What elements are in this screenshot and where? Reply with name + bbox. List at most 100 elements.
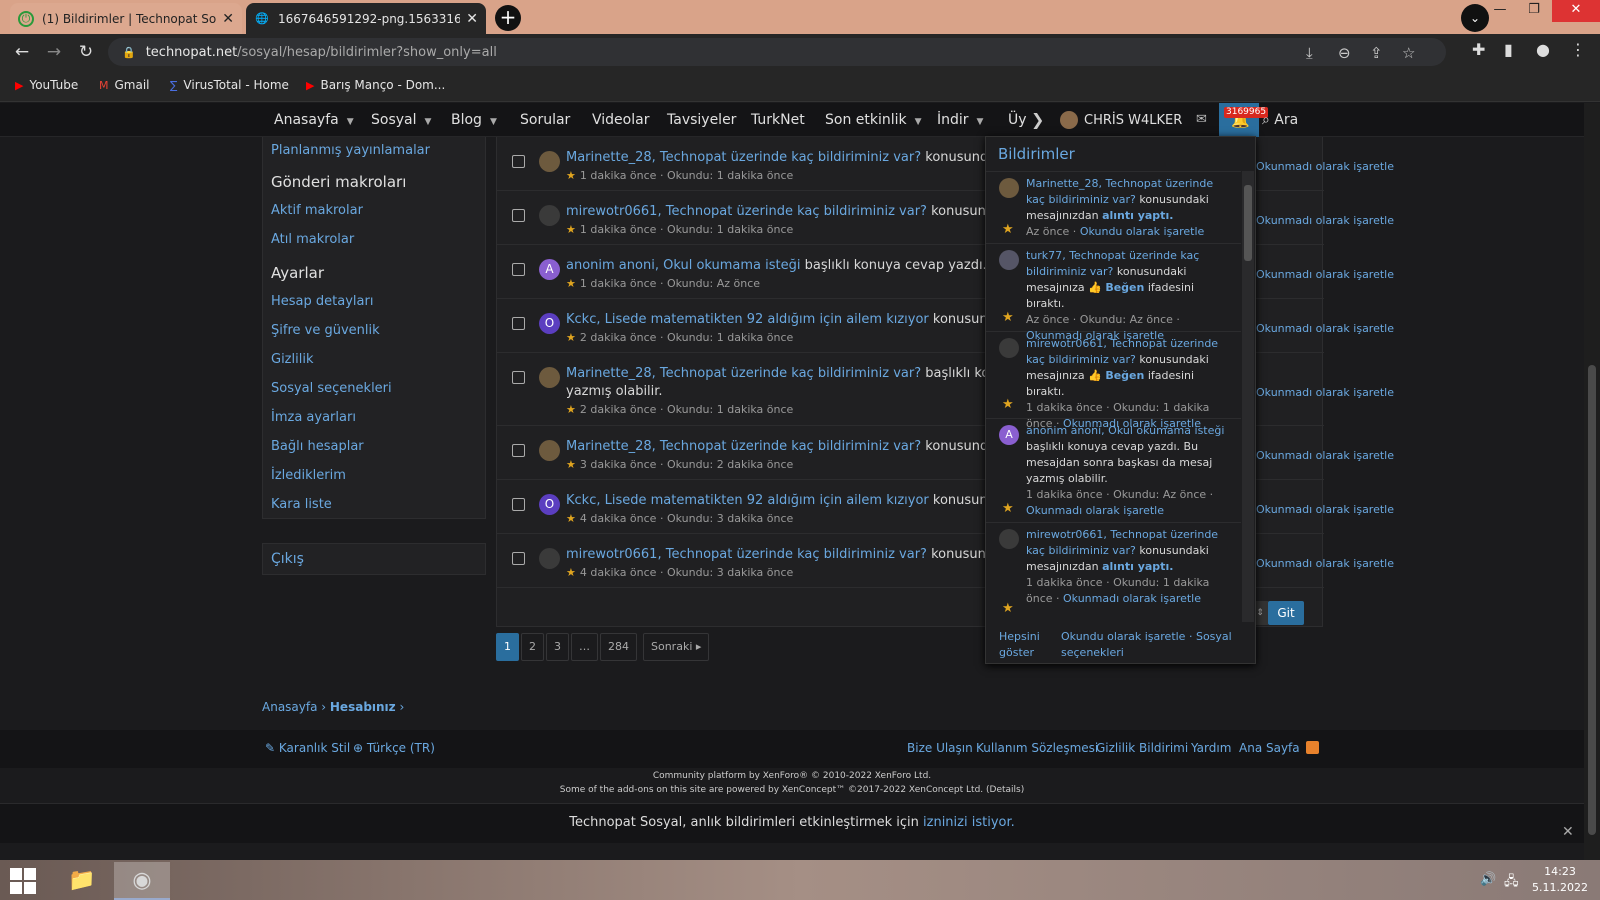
thread-link[interactable]: Technopat üzerinde kaç bildiriminiz var? (666, 204, 927, 219)
side-panel-icon[interactable]: ▮ (1504, 40, 1513, 59)
breadcrumb-current[interactable]: Hesabınız (330, 700, 396, 714)
network-icon[interactable]: 🖧 (1504, 872, 1519, 894)
mark-unread-link[interactable]: Okunmadı olarak işaretle (1256, 160, 1394, 173)
install-icon[interactable]: ⤓ (1306, 44, 1313, 62)
dark-style-toggle[interactable]: ✎ Karanlık Stil (265, 741, 350, 755)
go-button[interactable]: Git (1268, 601, 1304, 625)
page-scrollbar[interactable] (1584, 103, 1600, 860)
nav-scroll-right-icon[interactable]: ❯ (1031, 103, 1044, 137)
search-button[interactable]: ⌕ Ara (1262, 103, 1298, 137)
mark-unread-link[interactable]: Okunmadı olarak işaretle (1256, 214, 1394, 227)
logout-link[interactable]: Çıkış (271, 551, 304, 567)
avatar[interactable] (539, 151, 560, 172)
user-link[interactable]: Kckc (566, 312, 596, 327)
user-link[interactable]: Marinette_28 (566, 439, 652, 454)
speaker-icon[interactable]: 🔊 (1480, 872, 1496, 887)
user-link[interactable]: mirewotr0661 (566, 547, 657, 562)
chrome-icon[interactable]: ◉ (114, 862, 170, 900)
browser-tab-image[interactable]: 🌐 1667646591292-png.1563316 (265 ✕ (246, 3, 486, 34)
row-checkbox[interactable] (512, 155, 525, 168)
sidebar-link[interactable]: İmza ayarları (271, 410, 356, 425)
sidebar-link[interactable]: Aktif makrolar (271, 203, 363, 218)
sidebar-link[interactable]: Şifre ve güvenlik (271, 323, 380, 338)
row-checkbox[interactable] (512, 317, 525, 330)
nav-turknet[interactable]: TurkNet (751, 103, 805, 137)
sidebar-link[interactable]: Bağlı hesaplar (271, 439, 364, 454)
avatar[interactable] (999, 529, 1019, 549)
list-item[interactable]: ★ mirewotr0661, Technopat üzerinde kaç bi… (986, 332, 1241, 430)
row-checkbox[interactable] (512, 444, 525, 457)
envelope-icon[interactable]: ✉ (1196, 112, 1207, 127)
nav-blog[interactable]: Blog ▼ (451, 103, 497, 137)
avatar[interactable] (539, 440, 560, 461)
thread-link[interactable]: Technopat üzerinde kaç bildiriminiz var? (666, 547, 927, 562)
reload-icon[interactable]: ↻ (74, 40, 98, 64)
page-4-link[interactable]: … (571, 633, 598, 661)
close-icon[interactable]: ✕ (1562, 813, 1574, 851)
avatar[interactable] (539, 367, 560, 388)
tab-close-icon[interactable]: ✕ (222, 11, 234, 27)
avatar[interactable] (999, 338, 1019, 358)
avatar[interactable]: O (539, 313, 560, 334)
user-link[interactable]: Marinette_28 (1026, 177, 1098, 190)
bookmark-gmail[interactable]: M Gmail (99, 78, 150, 92)
restore-icon[interactable]: ❐ (1517, 0, 1551, 22)
extensions-icon[interactable]: ✚ (1472, 40, 1485, 59)
window-close-icon[interactable]: ✕ (1552, 0, 1600, 22)
page-1-link[interactable]: 1 (496, 633, 519, 661)
list-item[interactable]: ★ Marinette_28, Technopat üzerinde kaç bi… (986, 172, 1241, 244)
nav-son-etkinlik[interactable]: Son etkinlik ▼ (825, 103, 922, 137)
scrollbar-thumb[interactable] (1588, 365, 1596, 835)
profile-icon[interactable]: ● (1536, 40, 1550, 59)
mark-all-read-link[interactable]: Okundu olarak işaretle (1061, 630, 1185, 643)
scrollbar-thumb[interactable] (1244, 185, 1252, 261)
mark-unread-link[interactable]: Okunmadı olarak işaretle (1256, 503, 1394, 516)
user-link[interactable]: mirewotr0661 (1026, 528, 1103, 541)
back-icon[interactable]: ← (10, 40, 34, 64)
row-checkbox[interactable] (512, 498, 525, 511)
row-checkbox[interactable] (512, 552, 525, 565)
alerts-button[interactable]: 🔔 3169965 (1219, 103, 1269, 137)
thread-link[interactable]: Technopat üzerinde kaç bildiriminiz var? (660, 150, 921, 165)
nav-indir[interactable]: İndir ▼ (937, 103, 983, 137)
mark-unread-link[interactable]: Okunmadı olarak işaretle (1256, 449, 1394, 462)
user-link[interactable]: mirewotr0661 (1026, 337, 1103, 350)
avatar[interactable]: A (999, 425, 1019, 445)
zoom-icon[interactable]: ⊖ (1338, 44, 1351, 62)
nav-uyeler[interactable]: Üy (1008, 103, 1027, 137)
user-link[interactable]: anonim anoni (1026, 424, 1101, 437)
sidebar-link[interactable]: Sosyal seçenekleri (271, 381, 392, 396)
dropdown-scrollbar[interactable] (1242, 171, 1254, 622)
logout-box[interactable]: Çıkış (262, 543, 486, 575)
next-page-button[interactable]: Sonraki ▸ (643, 633, 710, 661)
mark-unread-link[interactable]: Okunmadı olarak işaretle (1256, 322, 1394, 335)
list-item[interactable]: ★ mirewotr0661, Technopat üzerinde kaç bi… (986, 523, 1241, 622)
windows-start-icon[interactable] (10, 868, 36, 894)
sidebar-link[interactable]: Atıl makrolar (271, 232, 354, 247)
bookmark-baris-manco[interactable]: ▶ Barış Manço - Dom... (306, 78, 445, 92)
mark-link[interactable]: Okunmadı olarak işaretle (1026, 504, 1164, 517)
thread-link[interactable]: Lisede matematikten 92 aldığım için aile… (605, 493, 929, 508)
nav-anasayfa[interactable]: Anasayfa ▼ (274, 103, 354, 137)
row-checkbox[interactable] (512, 371, 525, 384)
avatar[interactable] (539, 205, 560, 226)
user-link[interactable]: Kckc (566, 493, 596, 508)
user-link[interactable]: mirewotr0661 (566, 204, 657, 219)
minimize-icon[interactable]: — (1483, 0, 1517, 22)
row-checkbox[interactable] (512, 263, 525, 276)
thread-link[interactable]: Lisede matematikten 92 aldığım için aile… (605, 312, 929, 327)
thread-link[interactable]: Okul okumama isteği (1108, 424, 1224, 437)
avatar[interactable]: A (539, 259, 560, 280)
permission-link[interactable]: izninizi istiyor. (923, 815, 1015, 830)
avatar[interactable]: O (539, 494, 560, 515)
footer-home-link[interactable]: Ana Sayfa (1239, 741, 1300, 755)
page-3-link[interactable]: 3 (546, 633, 569, 661)
sidebar-link[interactable]: Kara liste (271, 497, 332, 512)
page-2-link[interactable]: 2 (521, 633, 544, 661)
avatar[interactable] (999, 178, 1019, 198)
footer-privacy-link[interactable]: Gizlilik Bildirimi (1096, 741, 1188, 755)
sidebar-link[interactable]: Hesap detayları (271, 294, 373, 309)
user-link[interactable]: Marinette_28 (566, 366, 652, 381)
new-tab-button[interactable]: + (495, 5, 521, 31)
sidebar-link[interactable]: Gizlilik (271, 352, 314, 367)
